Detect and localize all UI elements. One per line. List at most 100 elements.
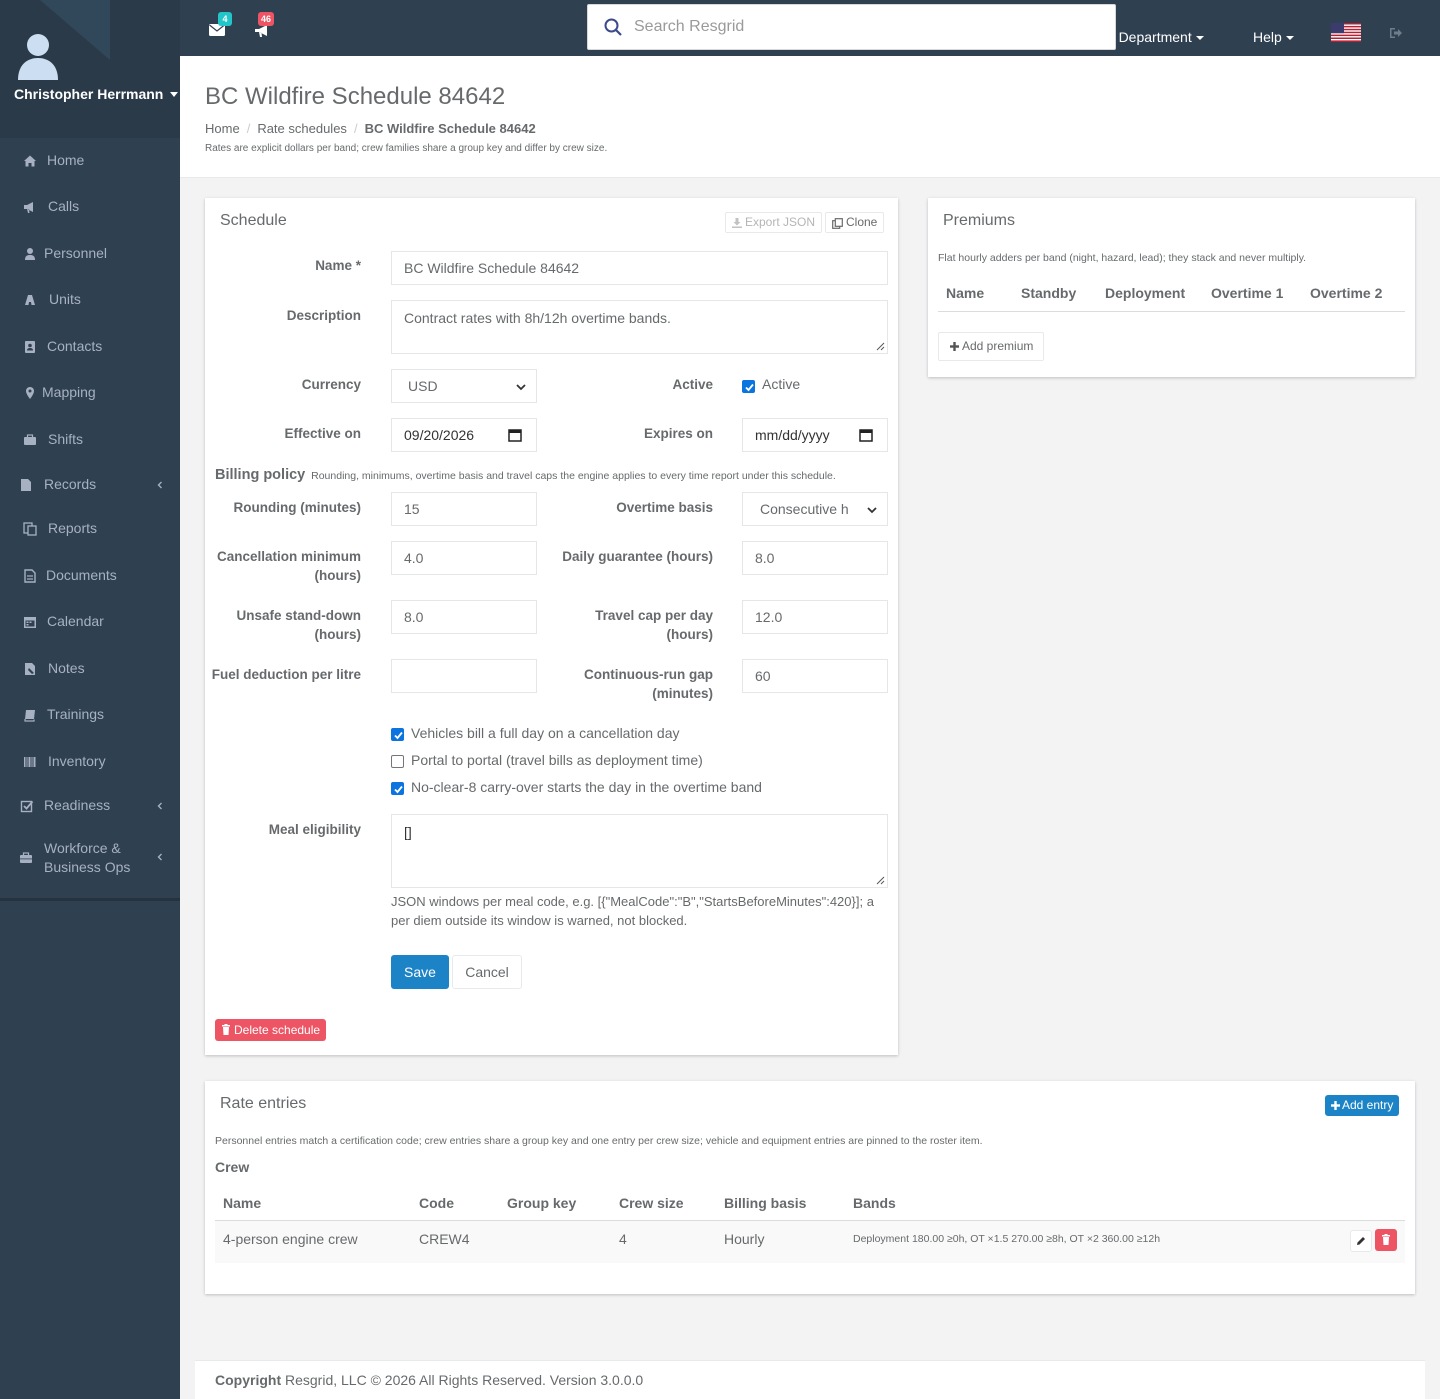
table-divider — [938, 311, 1405, 312]
chevron-left-icon — [157, 481, 162, 489]
alerts-button[interactable]: 46 — [254, 12, 275, 38]
rate-entries-panel: Rate entries Add entry Personnel entries… — [205, 1081, 1415, 1294]
messages-button[interactable]: 4 — [209, 12, 232, 36]
active-checkbox[interactable] — [742, 380, 755, 393]
unsafe-standdown-input[interactable]: 8.0 — [391, 600, 537, 634]
description-textarea[interactable]: Contract rates with 8h/12h overtime band… — [391, 300, 888, 354]
premiums-panel: Premiums Flat hourly adders per band (ni… — [928, 198, 1415, 377]
portal-to-portal-checkbox[interactable] — [391, 755, 404, 768]
check-square-icon — [20, 800, 34, 813]
top-navbar: 4 46 Test Department Help — [180, 0, 1440, 56]
nav-label: Units — [49, 291, 81, 307]
caret-down-icon — [1285, 36, 1294, 40]
nav-label: Personnel — [44, 245, 108, 261]
sign-out-icon — [1390, 28, 1402, 38]
cancel-button[interactable]: Cancel — [452, 955, 522, 989]
save-button[interactable]: Save — [391, 955, 449, 989]
nav-label: Calendar — [47, 613, 104, 629]
rates-col-billing-basis: Billing basis — [724, 1195, 807, 1211]
cancellation-minimum-input[interactable]: 4.0 — [391, 541, 537, 575]
row-crew-size: 4 — [619, 1231, 627, 1247]
help-menu[interactable]: Help — [1253, 29, 1294, 45]
row-bands: Deployment 180.00 ≥0h, OT ×1.5 270.00 ≥8… — [853, 1233, 1161, 1245]
billing-policy-heading: Billing policy Rounding, minimums, overt… — [215, 466, 836, 483]
add-premium-button[interactable]: Add premium — [938, 332, 1045, 361]
address-book-icon — [25, 341, 35, 353]
briefcase-icon — [20, 852, 32, 863]
daily-guarantee-label: Daily guarantee (hours) — [562, 549, 713, 564]
nav-label: Inventory — [48, 753, 106, 769]
copyright-text: Resgrid, LLC © 2026 All Rights Reserved. — [285, 1372, 546, 1388]
version-text: Version 3.0.0.0 — [549, 1372, 644, 1388]
rounding-input[interactable]: 15 — [391, 492, 537, 526]
travel-cap-input[interactable]: 12.0 — [742, 600, 888, 634]
daily-guarantee-input[interactable]: 8.0 — [742, 541, 888, 575]
nav-item-workforce[interactable]: Workforce & Business Ops — [0, 840, 180, 880]
alerts-badge: 46 — [258, 12, 275, 26]
expires-date-input[interactable]: mm/dd/yyyy — [742, 418, 888, 452]
export-json-button[interactable]: Export JSON — [725, 212, 823, 233]
page-header: BC Wildfire Schedule 84642 Home / Rate sch… — [180, 56, 1440, 178]
breadcrumb-home[interactable]: Home — [205, 121, 240, 136]
nav-label: Mapping — [42, 384, 96, 400]
premiums-title: Premiums — [943, 212, 1016, 229]
nav-label: Notes — [48, 660, 85, 676]
calendar-icon[interactable] — [508, 428, 522, 442]
avatar[interactable] — [16, 31, 60, 81]
add-entry-label: Add entry — [1342, 1098, 1394, 1112]
page-title: BC Wildfire Schedule 84642 — [205, 83, 506, 110]
plus-icon — [1331, 1101, 1340, 1110]
caret-down-icon — [170, 92, 179, 97]
logout-button[interactable] — [1390, 28, 1402, 38]
caret-down-icon — [1195, 36, 1204, 40]
search-box — [587, 4, 1116, 50]
barcode-icon — [24, 757, 36, 767]
check-icon — [394, 785, 403, 794]
language-selector[interactable] — [1331, 23, 1361, 42]
nav-label: Documents — [46, 567, 117, 583]
nav-label: Reports — [48, 520, 98, 536]
truck-icon — [25, 295, 35, 305]
search-icon — [604, 18, 622, 36]
department-menu[interactable]: Test Department — [1089, 29, 1204, 45]
check-icon — [745, 383, 754, 392]
no-clear-8-checkbox[interactable] — [391, 782, 404, 795]
copyright-strong: Copyright — [215, 1372, 282, 1388]
effective-date-input[interactable]: 09/20/2026 — [391, 418, 537, 452]
meal-eligibility-label: Meal eligibility — [268, 822, 361, 837]
overtime-basis-select[interactable]: Consecutive h — [742, 492, 888, 526]
pencil-icon — [1357, 1237, 1365, 1245]
premiums-col-overtime-1: Overtime 1 — [1211, 285, 1284, 301]
add-entry-button[interactable]: Add entry — [1325, 1095, 1400, 1116]
fuel-deduction-input[interactable] — [391, 659, 537, 693]
user-menu[interactable]: Christopher Herrmann — [14, 86, 179, 102]
calendar-icon — [24, 617, 36, 628]
delete-schedule-button[interactable]: Delete schedule — [215, 1019, 327, 1041]
bullhorn-icon — [255, 25, 267, 37]
premiums-help: Flat hourly adders per band (night, haza… — [938, 252, 1307, 264]
trash-icon — [1382, 1234, 1390, 1245]
breadcrumb-separator: / — [353, 121, 358, 136]
plus-icon — [950, 342, 959, 351]
rate-entries-help: Personnel entries match a certification … — [215, 1135, 983, 1147]
vehicles-full-day-checkbox[interactable] — [391, 728, 404, 741]
search-input[interactable] — [634, 13, 1094, 41]
name-input[interactable]: BC Wildfire Schedule 84642 — [391, 251, 888, 285]
nav-label: Shifts — [48, 431, 84, 447]
delete-entry-button[interactable] — [1375, 1229, 1397, 1251]
unsafe-standdown-label: Unsafe stand-down (hours) — [236, 608, 361, 642]
breadcrumb-rate-schedules[interactable]: Rate schedules — [257, 121, 347, 136]
meal-eligibility-textarea[interactable]: [] — [391, 814, 888, 888]
nav-label: Calls — [48, 198, 80, 214]
clone-button[interactable]: Clone — [825, 212, 885, 233]
schedule-title: Schedule — [220, 212, 287, 229]
chevron-left-icon — [157, 853, 162, 861]
nav-label: Records — [44, 476, 97, 492]
edit-entry-button[interactable] — [1350, 1230, 1372, 1252]
map-marker-icon — [26, 387, 34, 399]
currency-select[interactable]: USD — [391, 369, 537, 403]
continuous-run-gap-input[interactable]: 60 — [742, 659, 888, 693]
premiums-col-name: Name — [946, 285, 985, 301]
calendar-icon[interactable] — [859, 428, 873, 442]
portal-to-portal-label: Portal to portal (travel bills as deploy… — [411, 752, 703, 768]
